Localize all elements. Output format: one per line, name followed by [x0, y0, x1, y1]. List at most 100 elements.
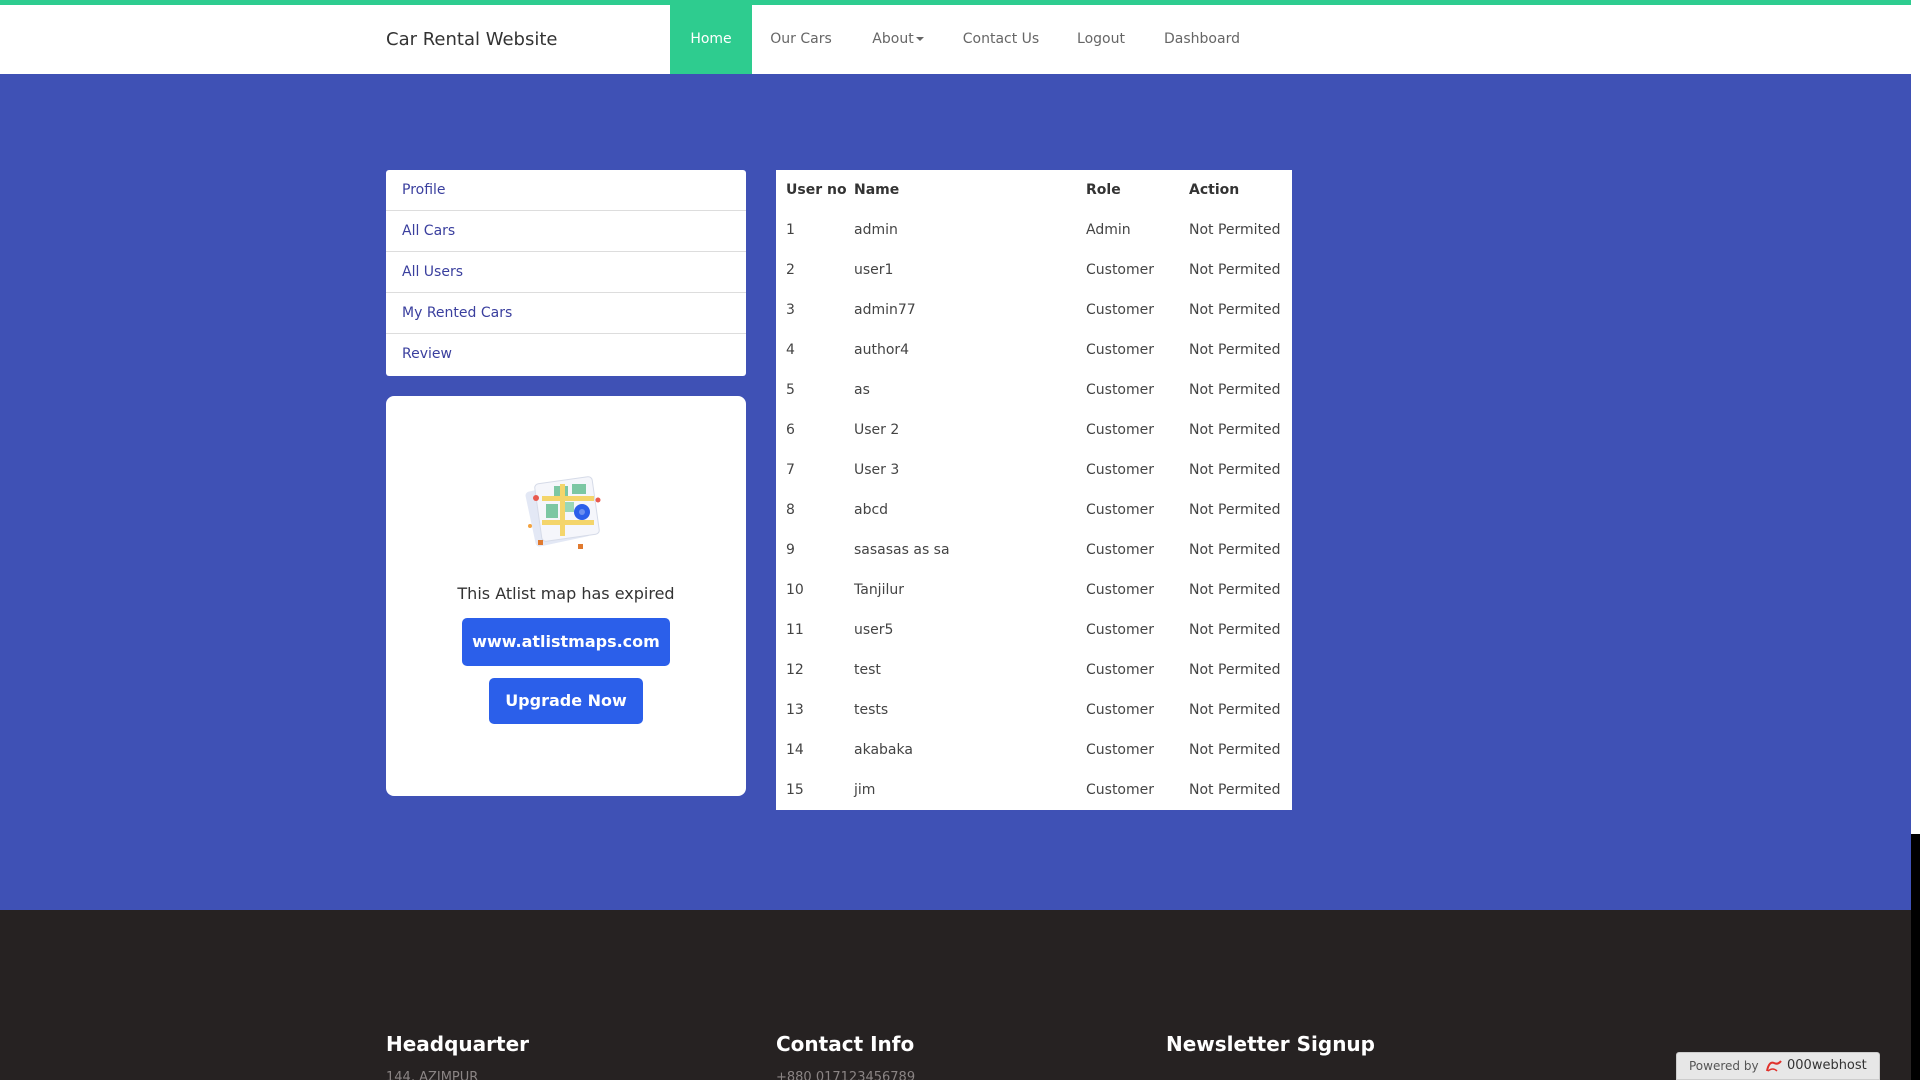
header-user-no: User no: [786, 182, 847, 198]
table-row: 15 jim Customer Not Permited: [776, 770, 1292, 810]
atlist-site-button[interactable]: www.atlistmaps.com: [462, 618, 670, 666]
powered-by-badge[interactable]: Powered by 000webhost: [1676, 1052, 1880, 1080]
cell-role: Customer: [1086, 462, 1155, 478]
powered-by-host: 000webhost: [1787, 1058, 1867, 1073]
nav-logout[interactable]: Logout: [1056, 5, 1146, 74]
table-header-row: User no Name Role Action: [776, 170, 1292, 210]
cell-action: Not Permited: [1189, 422, 1281, 438]
site-brand[interactable]: Car Rental Website: [386, 5, 557, 74]
cell-action: Not Permited: [1189, 542, 1281, 558]
cell-role: Customer: [1086, 622, 1155, 638]
cell-user-no: 11: [786, 622, 804, 638]
cell-name: Tanjilur: [854, 582, 904, 598]
main-content: Profile All Cars All Users My Rented Car…: [0, 74, 1911, 910]
cell-role: Customer: [1086, 262, 1155, 278]
nav-home-label: Home: [690, 31, 732, 47]
cell-user-no: 7: [786, 462, 795, 478]
cell-user-no: 2: [786, 262, 795, 278]
cell-role: Customer: [1086, 422, 1155, 438]
header-role: Role: [1086, 182, 1121, 198]
table-row: 4 author4 Customer Not Permited: [776, 330, 1292, 370]
cell-role: Customer: [1086, 342, 1155, 358]
cell-name: User 3: [854, 462, 900, 478]
cell-name: test: [854, 662, 881, 678]
map-illustration-icon: [525, 476, 601, 549]
table-row: 11 user5 Customer Not Permited: [776, 610, 1292, 650]
nav-about[interactable]: About: [850, 5, 946, 74]
000webhost-logo-icon: [1766, 1060, 1782, 1072]
cell-role: Customer: [1086, 542, 1155, 558]
cell-user-no: 13: [786, 702, 804, 718]
cell-user-no: 4: [786, 342, 795, 358]
atlist-map-card: This Atlist map has expired www.atlistma…: [386, 396, 746, 796]
cell-name: akabaka: [854, 742, 913, 758]
table-row: 2 user1 Customer Not Permited: [776, 250, 1292, 290]
footer-contact-title: Contact Info: [776, 1032, 915, 1056]
cell-user-no: 12: [786, 662, 804, 678]
caret-down-icon: [915, 37, 924, 41]
table-row: 13 tests Customer Not Permited: [776, 690, 1292, 730]
table-row: 14 akabaka Customer Not Permited: [776, 730, 1292, 770]
nav-our-cars[interactable]: Our Cars: [752, 5, 850, 74]
cell-name: sasasas as sa: [854, 542, 950, 558]
table-row: 3 admin77 Customer Not Permited: [776, 290, 1292, 330]
cell-action: Not Permited: [1189, 662, 1281, 678]
cell-role: Customer: [1086, 662, 1155, 678]
cell-action: Not Permited: [1189, 782, 1281, 798]
table-row: 10 Tanjilur Customer Not Permited: [776, 570, 1292, 610]
nav-contact-us[interactable]: Contact Us: [946, 5, 1056, 74]
cell-name: admin: [854, 222, 898, 238]
cell-role: Customer: [1086, 702, 1155, 718]
footer-headquarter-title: Headquarter: [386, 1032, 530, 1056]
cell-action: Not Permited: [1189, 502, 1281, 518]
cell-user-no: 15: [786, 782, 804, 798]
nav-home[interactable]: Home: [670, 5, 752, 74]
cell-role: Customer: [1086, 742, 1155, 758]
cell-user-no: 5: [786, 382, 795, 398]
sidebar-item-all-cars[interactable]: All Cars: [386, 211, 746, 252]
sidebar-item-all-users[interactable]: All Users: [386, 252, 746, 293]
users-table: User no Name Role Action 1 admin Admin Not …: [776, 170, 1292, 810]
cell-user-no: 6: [786, 422, 795, 438]
cell-action: Not Permited: [1189, 342, 1281, 358]
cell-action: Not Permited: [1189, 302, 1281, 318]
sidebar-item-review[interactable]: Review: [386, 334, 746, 375]
table-row: 8 abcd Customer Not Permited: [776, 490, 1292, 530]
footer-newsletter-title: Newsletter Signup: [1166, 1032, 1375, 1056]
nav-dashboard-label: Dashboard: [1164, 31, 1240, 47]
header-action: Action: [1189, 182, 1240, 198]
cell-action: Not Permited: [1189, 582, 1281, 598]
upgrade-now-button[interactable]: Upgrade Now: [489, 678, 643, 724]
cell-user-no: 9: [786, 542, 795, 558]
cell-name: jim: [854, 782, 876, 798]
cell-role: Customer: [1086, 782, 1155, 798]
table-row: 12 test Customer Not Permited: [776, 650, 1292, 690]
sidebar-item-my-rented-cars[interactable]: My Rented Cars: [386, 293, 746, 334]
cell-role: Customer: [1086, 382, 1155, 398]
nav-dashboard[interactable]: Dashboard: [1146, 5, 1258, 74]
cell-role: Admin: [1086, 222, 1131, 238]
cell-name: user1: [854, 262, 894, 278]
cell-name: abcd: [854, 502, 889, 518]
cell-role: Customer: [1086, 302, 1155, 318]
table-row: 5 as Customer Not Permited: [776, 370, 1292, 410]
cell-name: User 2: [854, 422, 900, 438]
table-row: 1 admin Admin Not Permited: [776, 210, 1292, 250]
navbar: Car Rental Website Home Our Cars About C…: [0, 5, 1911, 74]
cell-action: Not Permited: [1189, 262, 1281, 278]
sidebar-item-profile[interactable]: Profile: [386, 170, 746, 211]
cell-role: Customer: [1086, 502, 1155, 518]
cell-name: admin77: [854, 302, 916, 318]
scrollbar-track[interactable]: [1911, 834, 1920, 1080]
table-row: 9 sasasas as sa Customer Not Permited: [776, 530, 1292, 570]
page-scrollbar-strip: [1911, 0, 1920, 1080]
cell-name: tests: [854, 702, 889, 718]
powered-by-label: Powered by: [1689, 1059, 1759, 1073]
cell-user-no: 3: [786, 302, 795, 318]
cell-action: Not Permited: [1189, 462, 1281, 478]
cell-action: Not Permited: [1189, 702, 1281, 718]
users-table-body: 1 admin Admin Not Permited 2 user1 Customer Not…: [776, 210, 1292, 810]
cell-name: author4: [854, 342, 910, 358]
cell-user-no: 14: [786, 742, 804, 758]
cell-user-no: 8: [786, 502, 795, 518]
